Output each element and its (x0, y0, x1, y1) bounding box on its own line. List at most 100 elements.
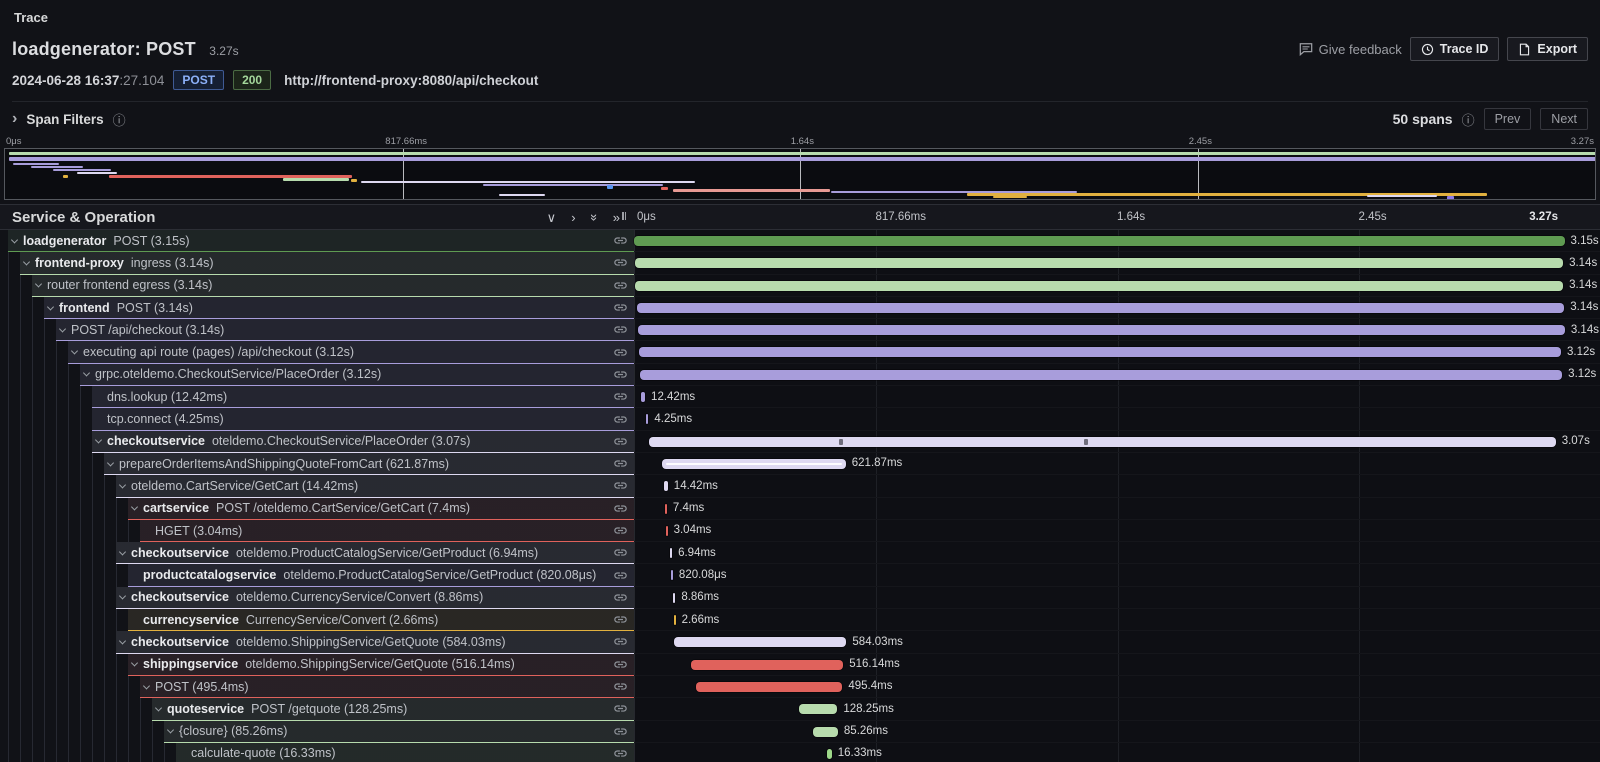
span-name-cell[interactable]: executing api route (pages) /api/checkou… (0, 341, 634, 363)
collapse-chevron-icon[interactable] (131, 660, 138, 667)
span-row[interactable]: quoteservice POST /getquote (128.25ms) 1… (0, 698, 1600, 720)
span-bar[interactable] (674, 615, 676, 625)
collapse-chevron-icon[interactable] (119, 481, 126, 488)
span-name-cell[interactable]: productcatalogservice oteldemo.ProductCa… (0, 564, 634, 586)
span-name-cell[interactable]: oteldemo.CartService/GetCart (14.42ms) (0, 475, 634, 497)
link-icon[interactable] (613, 679, 628, 694)
span-bar[interactable] (664, 481, 668, 491)
span-bar[interactable] (634, 236, 1565, 246)
span-timeline-cell[interactable]: 12.42ms (634, 386, 1600, 408)
link-icon[interactable] (613, 612, 628, 627)
span-timeline-cell[interactable]: 820.08μs (634, 564, 1600, 586)
link-icon[interactable] (613, 568, 628, 583)
link-icon[interactable] (613, 478, 628, 493)
prev-button[interactable]: Prev (1484, 108, 1532, 130)
span-row[interactable]: checkoutservice oteldemo.CurrencyService… (0, 587, 1600, 609)
trace-id-button[interactable]: Trace ID (1410, 37, 1500, 61)
span-row[interactable]: shippingservice oteldemo.ShippingService… (0, 654, 1600, 676)
collapse-chevron-icon[interactable] (47, 303, 54, 310)
span-bar[interactable] (665, 504, 667, 514)
collapse-chevron-icon[interactable] (155, 704, 162, 711)
span-row[interactable]: loadgenerator POST (3.15s) 3.15s (0, 230, 1600, 252)
span-name-cell[interactable]: quoteservice POST /getquote (128.25ms) (0, 698, 634, 720)
span-name-cell[interactable]: dns.lookup (12.42ms) (0, 386, 634, 408)
span-timeline-cell[interactable]: 495.4ms (634, 676, 1600, 698)
span-timeline-cell[interactable]: 3.14s (634, 252, 1600, 274)
span-row[interactable]: tcp.connect (4.25ms) 4.25ms (0, 408, 1600, 430)
minimap-canvas[interactable] (4, 148, 1596, 200)
span-timeline-cell[interactable]: 3.12s (634, 364, 1600, 386)
span-bar[interactable] (799, 704, 837, 714)
link-icon[interactable] (613, 701, 628, 716)
span-bar[interactable] (674, 637, 847, 647)
span-bar[interactable] (635, 281, 1563, 291)
link-icon[interactable] (613, 233, 628, 248)
span-timeline-cell[interactable]: 128.25ms (634, 698, 1600, 720)
span-bar[interactable] (666, 526, 668, 536)
span-row[interactable]: {closure} (85.26ms) 85.26ms (0, 721, 1600, 743)
next-button[interactable]: Next (1540, 108, 1588, 130)
collapse-all-icon[interactable]: » (588, 213, 601, 220)
link-icon[interactable] (613, 634, 628, 649)
span-row[interactable]: grpc.oteldemo.CheckoutService/PlaceOrder… (0, 364, 1600, 386)
span-timeline-cell[interactable]: 7.4ms (634, 498, 1600, 520)
span-bar[interactable] (640, 370, 1562, 380)
link-icon[interactable] (613, 345, 628, 360)
expand-one-icon[interactable]: › (571, 211, 575, 224)
span-row[interactable]: executing api route (pages) /api/checkou… (0, 341, 1600, 363)
give-feedback-link[interactable]: Give feedback (1299, 42, 1402, 57)
span-timeline-cell[interactable]: 16.33ms (634, 743, 1600, 762)
span-timeline-cell[interactable]: 4.25ms (634, 408, 1600, 430)
link-icon[interactable] (613, 501, 628, 516)
span-name-cell[interactable]: calculate-quote (16.33ms) (0, 743, 634, 762)
collapse-chevron-icon[interactable] (107, 459, 114, 466)
collapse-chevron-icon[interactable] (23, 258, 30, 265)
expand-all-icon[interactable]: » (613, 211, 620, 224)
span-row[interactable]: cartservice POST /oteldemo.CartService/G… (0, 498, 1600, 520)
span-row[interactable]: currencyservice CurrencyService/Convert … (0, 609, 1600, 631)
span-name-cell[interactable]: checkoutservice oteldemo.CurrencyService… (0, 587, 634, 609)
span-bar[interactable] (696, 682, 842, 692)
collapse-chevron-icon[interactable] (83, 370, 90, 377)
collapse-one-icon[interactable]: ∨ (547, 211, 557, 224)
column-resize-handle[interactable] (620, 212, 628, 223)
link-icon[interactable] (613, 389, 628, 404)
span-name-cell[interactable]: checkoutservice oteldemo.CheckoutService… (0, 431, 634, 453)
collapse-chevron-icon[interactable] (59, 325, 66, 332)
span-name-cell[interactable]: HGET (3.04ms) (0, 520, 634, 542)
span-bar[interactable] (673, 593, 676, 603)
span-bar[interactable] (827, 749, 832, 759)
span-name-cell[interactable]: tcp.connect (4.25ms) (0, 408, 634, 430)
span-timeline-cell[interactable]: 3.14s (634, 319, 1600, 341)
span-timeline-cell[interactable]: 85.26ms (634, 721, 1600, 743)
collapse-chevron-icon[interactable] (71, 348, 78, 355)
link-icon[interactable] (613, 278, 628, 293)
collapse-chevron-icon[interactable] (167, 727, 174, 734)
span-name-cell[interactable]: checkoutservice oteldemo.ShippingService… (0, 631, 634, 653)
span-bar[interactable] (649, 437, 1556, 447)
link-icon[interactable] (613, 523, 628, 538)
span-bar[interactable] (662, 459, 846, 469)
span-timeline-cell[interactable]: 2.66ms (634, 609, 1600, 631)
span-bar[interactable] (813, 727, 838, 737)
span-bar[interactable] (671, 570, 673, 580)
link-icon[interactable] (613, 412, 628, 427)
span-name-cell[interactable]: frontend POST (3.14s) (0, 297, 634, 319)
span-timeline-cell[interactable]: 516.14ms (634, 654, 1600, 676)
link-icon[interactable] (613, 657, 628, 672)
span-name-cell[interactable]: POST /api/checkout (3.14s) (0, 319, 634, 341)
span-timeline-cell[interactable]: 8.86ms (634, 587, 1600, 609)
span-timeline-cell[interactable]: 3.14s (634, 275, 1600, 297)
collapse-chevron-icon[interactable] (95, 437, 102, 444)
span-timeline-cell[interactable]: 3.07s (634, 431, 1600, 453)
span-row[interactable]: checkoutservice oteldemo.CheckoutService… (0, 431, 1600, 453)
link-icon[interactable] (613, 590, 628, 605)
span-row[interactable]: frontend-proxy ingress (3.14s) 3.14s (0, 252, 1600, 274)
link-icon[interactable] (613, 545, 628, 560)
link-icon[interactable] (613, 724, 628, 739)
span-row[interactable]: prepareOrderItemsAndShippingQuoteFromCar… (0, 453, 1600, 475)
link-icon[interactable] (613, 255, 628, 270)
collapse-chevron-icon[interactable] (35, 281, 42, 288)
span-bar[interactable] (637, 303, 1565, 313)
span-row[interactable]: router frontend egress (3.14s) 3.14s (0, 275, 1600, 297)
